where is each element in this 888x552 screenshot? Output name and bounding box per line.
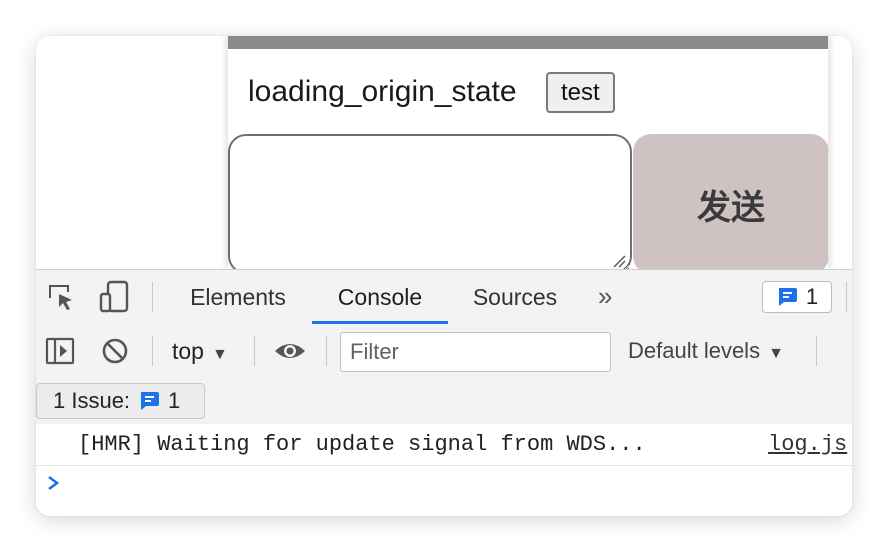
chat-badge-icon — [778, 288, 797, 306]
eye-icon[interactable] — [272, 336, 308, 366]
log-levels-dropdown[interactable]: Default levels ▼ — [628, 324, 784, 378]
issues-count: 1 — [168, 388, 181, 413]
context-selector[interactable]: top ▼ — [172, 324, 228, 378]
console-log-row: [HMR] Waiting for update signal from WDS… — [36, 424, 852, 466]
toolbar-divider — [152, 282, 153, 312]
console-log-message: [HMR] Waiting for update signal from WDS… — [78, 432, 646, 457]
devtools-panel: Elements Console Sources » 1 top ▼ Filte… — [36, 269, 852, 516]
device-toggle-icon[interactable] — [98, 280, 132, 314]
toolbar-divider — [816, 336, 817, 366]
tab-sources[interactable]: Sources — [456, 270, 574, 324]
issues-bar: 1 Issue: 1 — [36, 378, 852, 425]
message-textarea[interactable] — [228, 134, 632, 269]
console-output: [HMR] Waiting for update signal from WDS… — [36, 424, 852, 516]
test-button[interactable]: test — [546, 72, 615, 113]
dropdown-caret-icon: ▼ — [768, 345, 784, 362]
clear-console-icon[interactable] — [100, 336, 130, 366]
filter-input[interactable] — [340, 332, 611, 372]
chat-badge-icon — [141, 392, 160, 410]
issues-badge-count: 1 — [805, 284, 819, 309]
issues-button[interactable]: 1 Issue: 1 — [36, 383, 205, 419]
console-toolbar: top ▼ Default levels ▼ — [36, 324, 852, 379]
cursor-select-icon[interactable] — [44, 282, 78, 312]
dropdown-caret-icon: ▼ — [211, 346, 228, 363]
more-tabs-button[interactable]: » — [598, 270, 612, 324]
page-top-bar — [228, 36, 828, 49]
toolbar-divider — [152, 336, 153, 366]
console-log-source-link[interactable]: log.js — [768, 424, 847, 465]
toolbar-divider — [846, 282, 847, 312]
context-selector-label: top — [172, 338, 204, 364]
page-viewport: loading_origin_state test 发送 — [36, 36, 852, 269]
toolbar-divider — [254, 336, 255, 366]
tab-console[interactable]: Console — [312, 270, 448, 324]
send-button[interactable]: 发送 — [633, 134, 828, 269]
browser-window: loading_origin_state test 发送 Elements Co… — [36, 36, 852, 516]
page-frame: loading_origin_state test 发送 — [228, 36, 828, 269]
issues-badge-button[interactable]: 1 — [762, 281, 832, 313]
devtools-tab-bar: Elements Console Sources » 1 — [36, 270, 852, 325]
issues-label: 1 Issue: — [53, 388, 131, 413]
prompt-chevron-icon[interactable] — [44, 470, 74, 496]
log-levels-label: Default levels — [628, 338, 761, 363]
resize-grip-icon[interactable] — [612, 254, 626, 268]
page-heading: loading_origin_state — [248, 75, 517, 108]
tab-elements[interactable]: Elements — [172, 270, 304, 324]
sidebar-toggle-icon[interactable] — [44, 335, 76, 367]
toolbar-divider — [326, 336, 327, 366]
